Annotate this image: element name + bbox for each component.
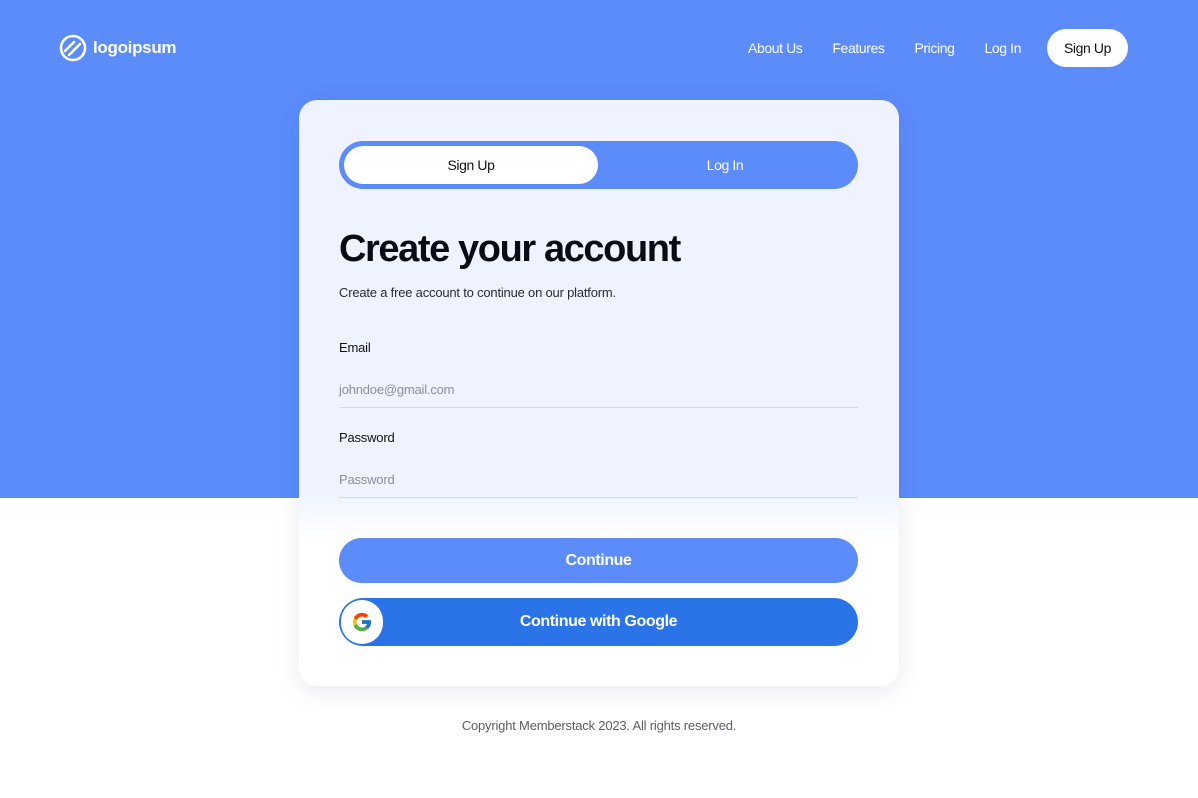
email-label: Email (339, 340, 371, 355)
continue-with-google-button[interactable]: Continue with Google (339, 598, 858, 646)
nav-sign-up-button[interactable]: Sign Up (1047, 29, 1128, 67)
google-g-icon (352, 612, 372, 632)
nav-link-pricing[interactable]: Pricing (914, 40, 954, 56)
nav-links: About Us Features Pricing Log In Sign Up (748, 29, 1128, 67)
page-subtitle: Create a free account to continue on our… (339, 285, 616, 300)
password-field[interactable] (339, 462, 858, 498)
nav-link-features[interactable]: Features (832, 40, 884, 56)
logoipsum-mark-icon (59, 34, 87, 62)
email-field[interactable] (339, 372, 858, 408)
nav-link-log-in[interactable]: Log In (984, 40, 1021, 56)
auth-card: Sign Up Log In Create your account Creat… (299, 100, 899, 686)
google-badge (341, 600, 383, 644)
tab-log-in[interactable]: Log In (598, 146, 852, 184)
password-label: Password (339, 430, 395, 445)
google-button-label: Continue with Google (519, 613, 678, 630)
page-title: Create your account (339, 228, 681, 270)
continue-button[interactable]: Continue (339, 538, 858, 583)
nav-link-about-us[interactable]: About Us (748, 40, 803, 56)
auth-tabs: Sign Up Log In (339, 141, 858, 189)
tab-sign-up[interactable]: Sign Up (344, 146, 598, 184)
navbar: logoipsum About Us Features Pricing Log … (0, 0, 1198, 96)
logo[interactable]: logoipsum (59, 34, 177, 62)
footer-copyright: Copyright Memberstack 2023. All rights r… (461, 718, 737, 733)
logo-text: logoipsum (93, 38, 177, 57)
